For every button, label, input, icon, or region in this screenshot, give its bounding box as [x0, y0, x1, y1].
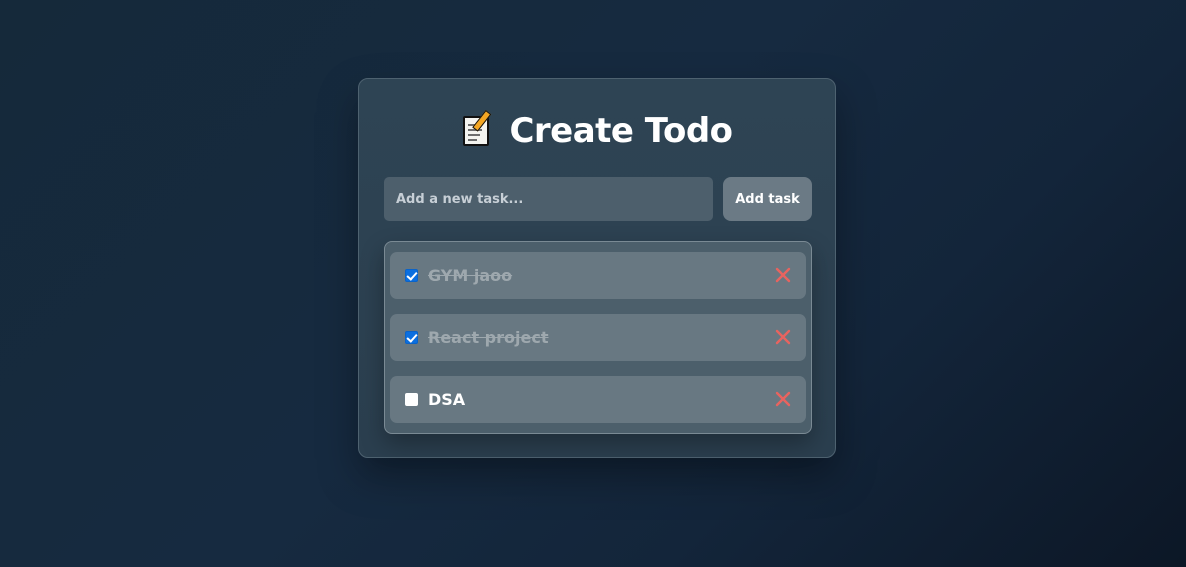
close-icon[interactable] [773, 389, 793, 409]
checkbox-icon[interactable] [405, 269, 418, 282]
task-input[interactable] [384, 177, 713, 221]
todo-item: GYM jaoo [390, 252, 806, 299]
close-icon[interactable] [773, 265, 793, 285]
todo-item: React project [390, 314, 806, 361]
todo-text: React project [428, 328, 549, 347]
todo-card: Create Todo Add task GYM jaoo React proj… [358, 78, 836, 458]
todo-list: GYM jaoo React project DSA [384, 241, 812, 434]
todo-text: GYM jaoo [428, 266, 513, 285]
add-task-button[interactable]: Add task [723, 177, 812, 221]
page-title: Create Todo [359, 107, 835, 155]
todo-item: DSA [390, 376, 806, 423]
todo-text: DSA [428, 390, 466, 409]
close-icon[interactable] [773, 327, 793, 347]
title-text: Create Todo [509, 111, 733, 151]
checkbox-icon[interactable] [405, 393, 418, 406]
memo-icon [461, 110, 493, 148]
add-task-row: Add task [384, 177, 812, 221]
checkbox-icon[interactable] [405, 331, 418, 344]
